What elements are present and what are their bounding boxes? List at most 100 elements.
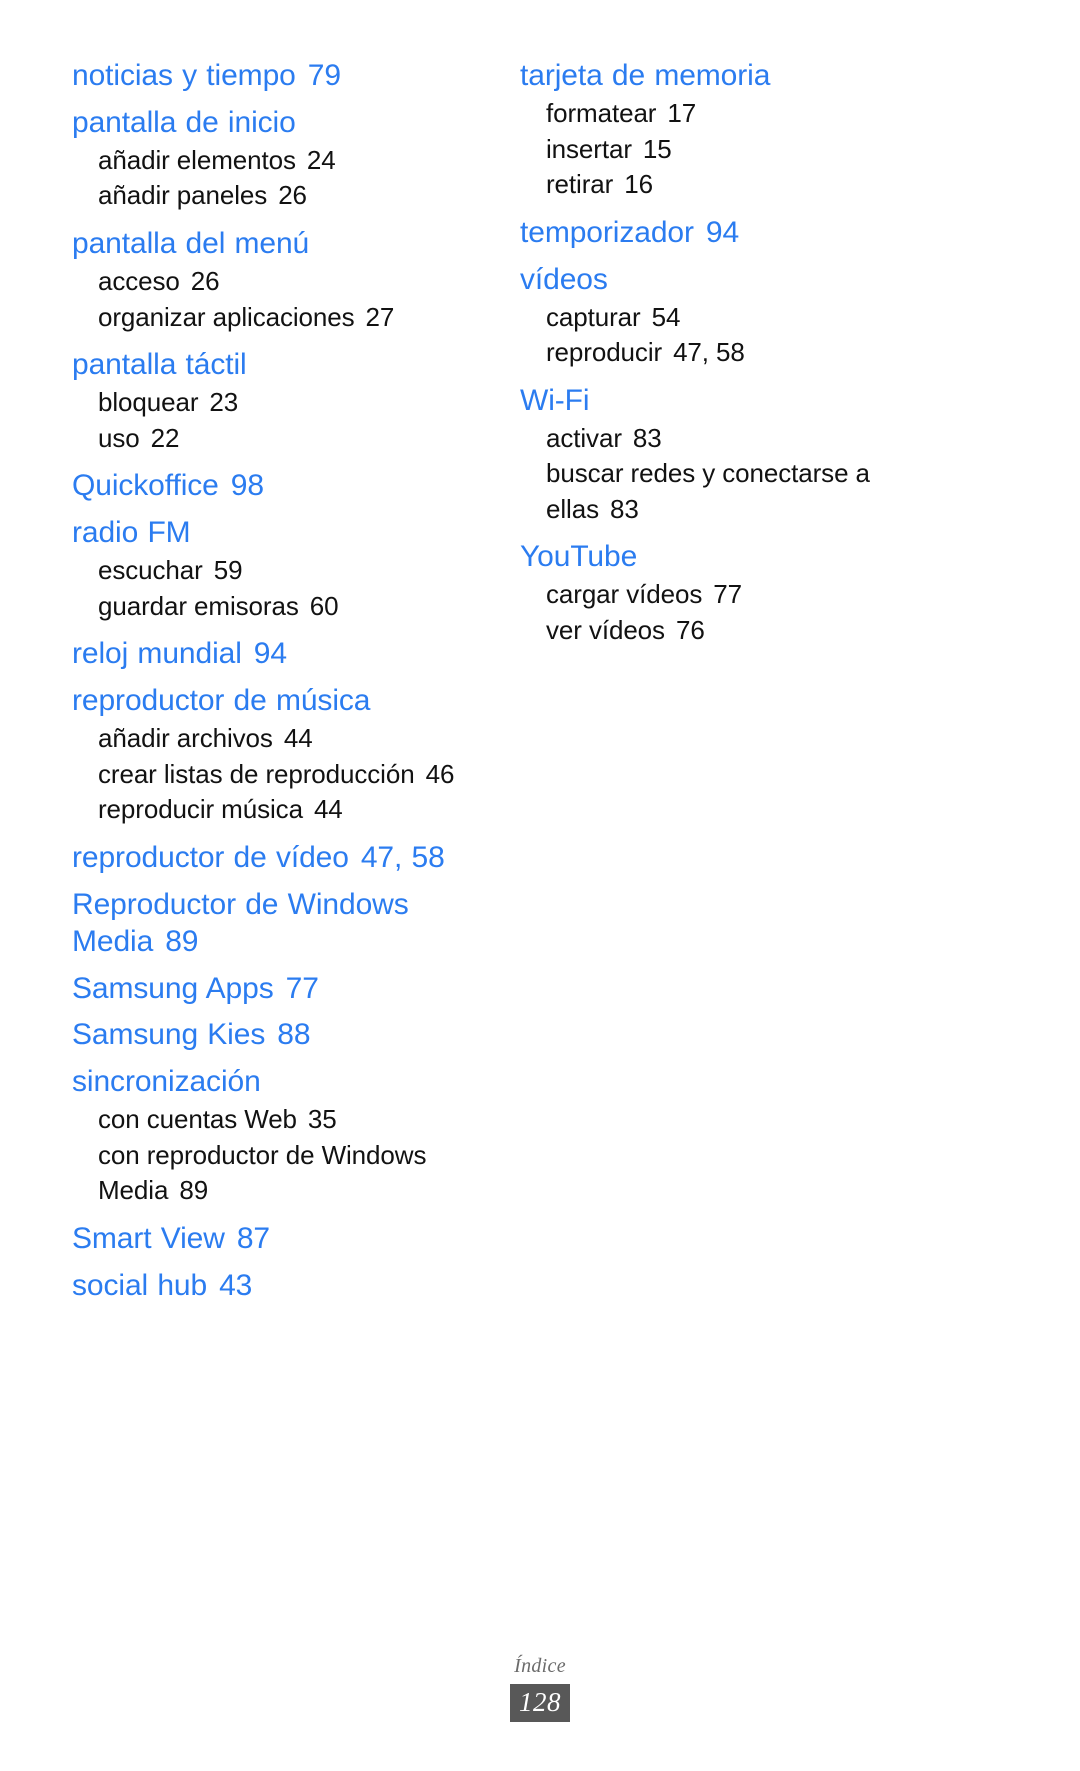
index-entry-term[interactable]: YouTube bbox=[520, 539, 912, 576]
index-entry-term[interactable]: Samsung Kies 88 bbox=[72, 1017, 484, 1054]
index-subentry-term: bloquear bbox=[98, 387, 199, 417]
index-entry-term[interactable]: temporizador 94 bbox=[520, 215, 912, 252]
index-entry-term[interactable]: pantalla de inicio bbox=[72, 105, 484, 142]
index-subentry-term: añadir elementos bbox=[98, 144, 296, 175]
index-subentry[interactable]: capturar 54 bbox=[546, 300, 912, 336]
index-entry-term[interactable]: radio FM bbox=[72, 515, 484, 552]
index-entry-term-text: Quickoffice bbox=[72, 469, 219, 503]
index-entry-pages: 77 bbox=[285, 971, 319, 1005]
index-subentry[interactable]: ver vídeos 76 bbox=[546, 613, 912, 649]
index-subentry[interactable]: uso 22 bbox=[98, 421, 484, 457]
index-subentry[interactable]: reproducir 47, 58 bbox=[546, 335, 912, 371]
index-subentry-term: añadir archivos bbox=[98, 723, 273, 753]
index-subentry[interactable]: con reproductor de Windows Media 89 bbox=[98, 1138, 484, 1209]
index-subentry-term: ver vídeos bbox=[546, 614, 665, 645]
index-entry-term[interactable]: vídeos bbox=[520, 262, 912, 299]
index-subentry-pages: 60 bbox=[309, 590, 339, 621]
index-entry: sincronización con cuentas Web 35 con repro… bbox=[72, 1064, 484, 1209]
index-entry: pantalla táctil bloquear 23 uso 22 bbox=[72, 347, 484, 456]
index-subentry[interactable]: acceso 26 bbox=[98, 264, 484, 300]
index-entry: Samsung Kies 88 bbox=[72, 1017, 484, 1054]
index-subentry-term: buscar redes y conectarse a ellas bbox=[546, 458, 870, 524]
index-subentry[interactable]: añadir paneles 26 bbox=[98, 178, 484, 214]
index-subentry[interactable]: crear listas de reproducción 46 bbox=[98, 757, 484, 793]
index-entry-term[interactable]: noticias y tiempo 79 bbox=[72, 58, 484, 95]
index-entry-pages: 87 bbox=[236, 1222, 270, 1255]
index-entry-term-text: reproductor de vídeo bbox=[72, 840, 349, 874]
index-entry-term-text: social hub bbox=[72, 1268, 208, 1302]
index-subentry-pages: 17 bbox=[667, 97, 697, 128]
index-entry-pages: 89 bbox=[165, 924, 199, 958]
index-entry-term[interactable]: reproductor de vídeo 47, 58 bbox=[72, 840, 484, 877]
index-entry: noticias y tiempo 79 bbox=[72, 58, 484, 95]
index-entry-term[interactable]: social hub 43 bbox=[72, 1268, 484, 1305]
index-subentry-list: acceso 26 organizar aplicaciones 27 bbox=[72, 264, 484, 335]
page-number-badge: 128 bbox=[510, 1684, 570, 1722]
index-entry-pages: 94 bbox=[253, 637, 287, 671]
index-subentry-pages: 22 bbox=[150, 422, 180, 453]
index-entry-term-text: tarjeta de memoria bbox=[520, 59, 771, 92]
index-entry-term[interactable]: Samsung Apps 77 bbox=[72, 971, 484, 1008]
index-subentry[interactable]: activar 83 bbox=[546, 421, 912, 457]
index-entry-term[interactable]: reproductor de música bbox=[72, 683, 484, 720]
index-subentry-term: crear listas de reproducción bbox=[98, 758, 415, 789]
index-column-left: noticias y tiempo 79 pantalla de inicio aña… bbox=[72, 58, 492, 1315]
index-subentry-term: reproducir bbox=[546, 337, 663, 368]
index-subentry-term: formatear bbox=[546, 97, 657, 128]
index-entry-term[interactable]: reloj mundial 94 bbox=[72, 636, 484, 673]
index-entry: pantalla del menú acceso 26 organizar aplic… bbox=[72, 226, 484, 335]
index-entry-term[interactable]: Reproductor de Windows Media 89 bbox=[72, 887, 484, 961]
index-subentry[interactable]: retirar 16 bbox=[546, 167, 912, 203]
index-subentry[interactable]: añadir elementos 24 bbox=[98, 143, 484, 179]
index-subentry-list: escuchar 59 guardar emisoras 60 bbox=[72, 553, 484, 624]
index-subentry[interactable]: buscar redes y conectarse a ellas 83 bbox=[546, 456, 912, 527]
index-subentry-term: añadir paneles bbox=[98, 180, 268, 211]
index-subentry-term: organizar aplicaciones bbox=[98, 301, 355, 332]
index-subentry-list: añadir archivos 44 crear listas de reprodu… bbox=[72, 721, 484, 828]
index-subentry-pages: 83 bbox=[609, 493, 639, 524]
index-subentry[interactable]: guardar emisoras 60 bbox=[98, 589, 484, 625]
index-subentry-term: escuchar bbox=[98, 555, 203, 585]
index-subentry[interactable]: escuchar 59 bbox=[98, 553, 484, 589]
index-subentry[interactable]: con cuentas Web 35 bbox=[98, 1102, 484, 1138]
index-entry-term-text: pantalla del menú bbox=[72, 227, 310, 260]
index-subentry-term: insertar bbox=[546, 133, 632, 164]
index-entry-term[interactable]: pantalla del menú bbox=[72, 226, 484, 263]
index-entry-term-text: YouTube bbox=[520, 540, 638, 574]
index-entry-pages: 79 bbox=[307, 59, 341, 92]
index-entry-pages: 98 bbox=[230, 469, 264, 503]
index-entry-term-text: reproductor de música bbox=[72, 684, 371, 718]
index-subentry-pages: 44 bbox=[313, 794, 343, 825]
index-subentry-pages: 47, 58 bbox=[673, 337, 745, 368]
index-entry-term-text: radio FM bbox=[72, 516, 191, 550]
index-entry-term[interactable]: Smart View 87 bbox=[72, 1221, 484, 1258]
index-subentry-pages: 24 bbox=[306, 144, 336, 175]
index-subentry[interactable]: reproducir música 44 bbox=[98, 792, 484, 828]
index-subentry-term: activar bbox=[546, 422, 622, 453]
index-subentry-list: cargar vídeos 77 ver vídeos 76 bbox=[520, 577, 912, 648]
index-column-right: tarjeta de memoria formatear 17 insertar 15 r… bbox=[492, 58, 912, 661]
index-entry-term-text: Smart View bbox=[72, 1222, 225, 1255]
index-subentry-term: reproducir música bbox=[98, 794, 303, 825]
index-subentry[interactable]: organizar aplicaciones 27 bbox=[98, 300, 484, 336]
index-entry-term[interactable]: tarjeta de memoria bbox=[520, 58, 912, 95]
index-entry-term[interactable]: Wi-Fi bbox=[520, 383, 912, 420]
index-subentry[interactable]: bloquear 23 bbox=[98, 385, 484, 421]
index-entry: reproductor de vídeo 47, 58 bbox=[72, 840, 484, 877]
index-subentry-pages: 83 bbox=[632, 422, 662, 453]
index-subentry[interactable]: añadir archivos 44 bbox=[98, 721, 484, 757]
index-subentry[interactable]: cargar vídeos 77 bbox=[546, 577, 912, 613]
index-entry-term-text: noticias y tiempo bbox=[72, 59, 296, 92]
index-entry-term[interactable]: Quickoffice 98 bbox=[72, 468, 484, 505]
index-subentry-list: añadir elementos 24 añadir paneles 26 bbox=[72, 143, 484, 214]
index-subentry[interactable]: insertar 15 bbox=[546, 132, 912, 168]
index-subentry-list: capturar 54 reproducir 47, 58 bbox=[520, 300, 912, 371]
index-subentry-term: guardar emisoras bbox=[98, 590, 299, 621]
index-entry: Smart View 87 bbox=[72, 1221, 484, 1258]
index-entry-term-text: temporizador bbox=[520, 215, 694, 249]
index-entry-term[interactable]: sincronización bbox=[72, 1064, 484, 1101]
index-columns: noticias y tiempo 79 pantalla de inicio aña… bbox=[72, 58, 1008, 1315]
index-entry-term[interactable]: pantalla táctil bbox=[72, 347, 484, 384]
index-subentry-pages: 54 bbox=[651, 301, 681, 332]
index-subentry[interactable]: formatear 17 bbox=[546, 96, 912, 132]
